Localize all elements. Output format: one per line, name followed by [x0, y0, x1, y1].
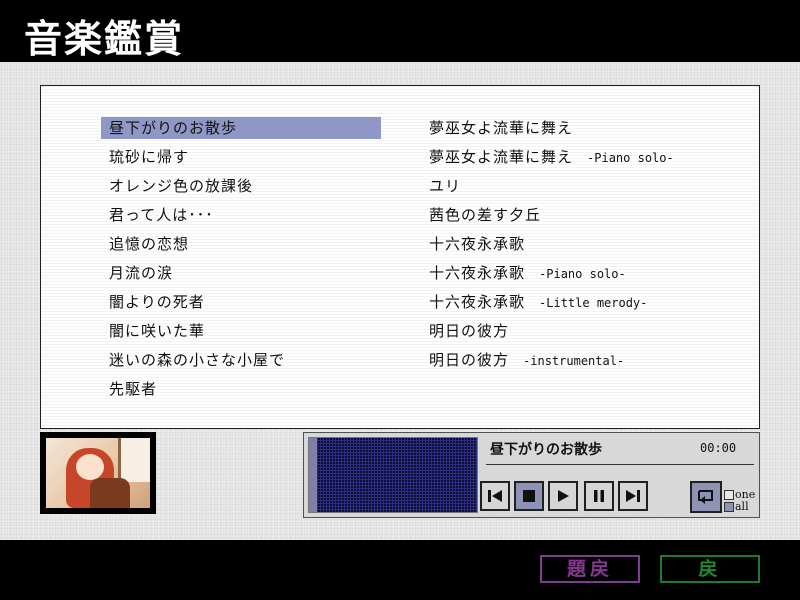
track-label: オレンジ色の放課後	[109, 177, 254, 195]
title-return-button[interactable]: 題戻	[540, 555, 640, 583]
playback-time: 00:00	[700, 441, 737, 455]
face-graphic	[76, 454, 104, 480]
now-playing-title: 昼下がりのお散歩	[490, 442, 602, 458]
title-bar: 音楽鑑賞	[0, 0, 800, 62]
track-label: 琉砂に帰す	[109, 148, 190, 166]
next-icon	[626, 490, 640, 502]
track-item[interactable]: オレンジ色の放課後	[101, 175, 253, 197]
track-item[interactable]: 迷いの森の小さな小屋で	[101, 349, 285, 371]
track-item[interactable]: 夢巫女よ流華に舞え -Piano solo-	[421, 146, 674, 168]
track-list-panel: 昼下がりのお散歩 琉砂に帰す オレンジ色の放課後 君って人は･･･ 追憶の恋想 …	[40, 85, 760, 429]
repeat-one-checkbox[interactable]	[724, 490, 734, 500]
window-graphic	[118, 438, 150, 482]
dress-graphic	[90, 478, 130, 508]
track-subtitle: -Little merody-	[539, 296, 648, 310]
track-label: 闇に咲いた華	[109, 322, 206, 340]
play-icon	[558, 490, 569, 502]
progress-line[interactable]	[486, 464, 754, 465]
track-subtitle: -Piano solo-	[587, 151, 674, 165]
track-label: 明日の彼方	[429, 351, 510, 369]
track-label: ユリ	[429, 177, 462, 195]
page-title: 音楽鑑賞	[24, 16, 185, 61]
track-label: 追憶の恋想	[109, 235, 190, 253]
track-item[interactable]: 闇よりの死者	[101, 291, 205, 313]
track-item[interactable]: 十六夜永承歌 -Piano solo-	[421, 262, 626, 284]
track-label: 茜色の差す夕丘	[429, 206, 542, 224]
track-item[interactable]: 君って人は･･･	[101, 204, 214, 226]
track-item[interactable]: 先駆者	[101, 378, 157, 400]
track-item[interactable]: 闇に咲いた華	[101, 320, 205, 342]
character-thumbnail	[40, 432, 156, 514]
play-button[interactable]	[548, 481, 578, 511]
character-image	[46, 438, 150, 508]
repeat-all-checkbox[interactable]	[724, 502, 734, 512]
next-button[interactable]	[618, 481, 648, 511]
pause-button[interactable]	[584, 481, 614, 511]
back-button[interactable]: 戻	[660, 555, 760, 583]
track-label: 君って人は･･･	[109, 206, 214, 224]
bottom-bar: 題戻 戻	[0, 540, 800, 600]
track-item[interactable]: 夢巫女よ流華に舞え	[421, 117, 573, 139]
repeat-all-option[interactable]: all	[724, 501, 749, 513]
volume-level-bar[interactable]	[309, 438, 317, 512]
track-item[interactable]: 月流の涙	[101, 262, 173, 284]
track-label: 十六夜永承歌	[429, 293, 526, 311]
track-item[interactable]: 追憶の恋想	[101, 233, 189, 255]
pause-icon	[594, 490, 604, 502]
track-item[interactable]: 明日の彼方 -instrumental-	[421, 349, 624, 371]
track-item[interactable]: 茜色の差す夕丘	[421, 204, 541, 226]
spectrum-visualizer	[308, 437, 478, 513]
main-area: 昼下がりのお散歩 琉砂に帰す オレンジ色の放課後 君って人は･･･ 追憶の恋想 …	[0, 62, 800, 540]
previous-button[interactable]	[480, 481, 510, 511]
stop-button[interactable]	[514, 481, 544, 511]
track-label: 明日の彼方	[429, 322, 510, 340]
track-subtitle: -Piano solo-	[539, 267, 626, 281]
track-item[interactable]: ユリ	[421, 175, 461, 197]
repeat-all-label: all	[735, 500, 749, 513]
track-label: 先駆者	[109, 380, 158, 398]
track-item[interactable]: 十六夜永承歌 -Little merody-	[421, 291, 647, 313]
track-label: 昼下がりのお散歩	[109, 119, 238, 137]
track-label: 十六夜永承歌	[429, 235, 526, 253]
track-label: 夢巫女よ流華に舞え	[429, 119, 574, 137]
previous-icon	[488, 490, 502, 502]
repeat-icon	[698, 490, 713, 504]
track-item[interactable]: 昼下がりのお散歩	[101, 117, 381, 139]
track-subtitle: -instrumental-	[523, 354, 625, 368]
repeat-button[interactable]	[690, 481, 722, 513]
track-label: 月流の涙	[109, 264, 174, 282]
track-item[interactable]: 十六夜永承歌	[421, 233, 525, 255]
stop-icon	[523, 490, 535, 502]
music-player: 昼下がりのお散歩 00:00 one all	[303, 432, 760, 518]
track-label: 夢巫女よ流華に舞え	[429, 148, 574, 166]
track-label: 闇よりの死者	[109, 293, 205, 311]
track-label: 迷いの森の小さな小屋で	[109, 351, 286, 369]
track-label: 十六夜永承歌	[429, 264, 526, 282]
track-item[interactable]: 明日の彼方	[421, 320, 509, 342]
track-item[interactable]: 琉砂に帰す	[101, 146, 189, 168]
